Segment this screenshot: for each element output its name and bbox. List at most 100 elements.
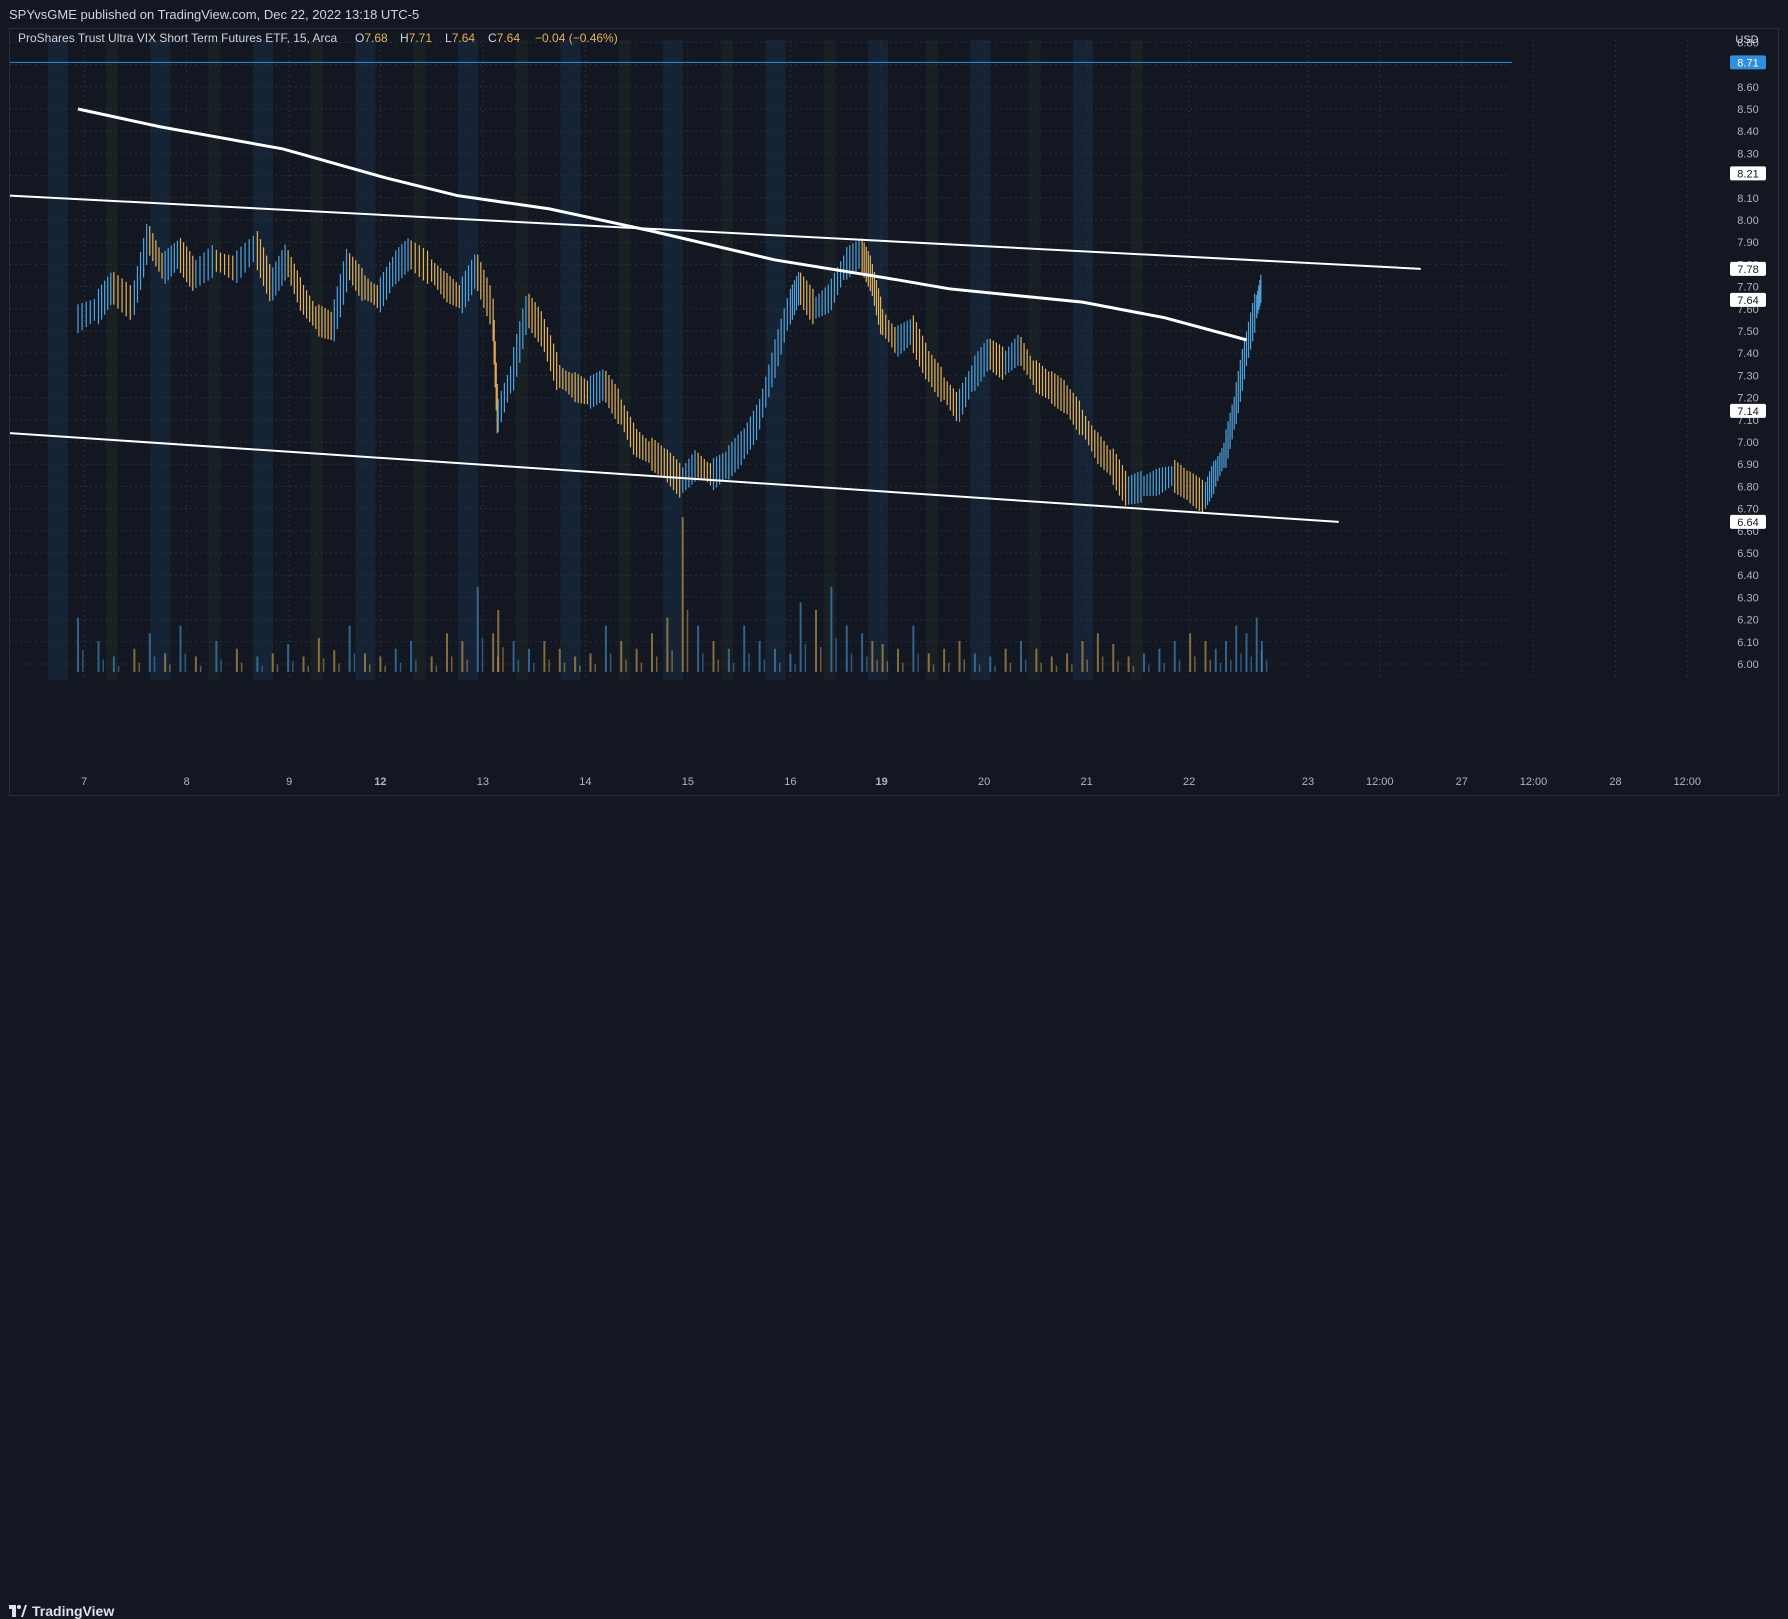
price-tick-label: 7.50	[1737, 326, 1758, 338]
volume-bar	[830, 586, 833, 672]
volume-bar	[1225, 641, 1227, 672]
time-tick-label: 14	[579, 776, 591, 788]
volume-bar	[82, 650, 84, 672]
premarket-band	[618, 40, 631, 680]
price-tick-label: 6.90	[1737, 459, 1758, 471]
volume-bar	[112, 656, 115, 672]
volume-bar	[1250, 656, 1252, 672]
volume-bar	[702, 653, 704, 672]
volume-bar	[989, 656, 992, 672]
volume-bar	[410, 641, 413, 672]
volume-bar	[758, 641, 761, 672]
volume-bar	[164, 653, 167, 672]
volume-bar	[625, 659, 627, 672]
price-label-6.64: 6.64	[1737, 517, 1758, 529]
volume-bar	[184, 653, 186, 672]
volume-bar	[338, 663, 340, 672]
volume-bar	[1117, 660, 1119, 672]
price-tick-label: 8.50	[1737, 104, 1758, 116]
volume-bar	[686, 610, 689, 672]
tradingview-logo[interactable]: TradingView	[9, 1603, 114, 1619]
time-tick-label: 16	[784, 776, 796, 788]
volume-bar	[1066, 653, 1069, 672]
session-band	[253, 40, 273, 680]
volume-bar	[717, 659, 719, 672]
currency-label: USD	[1735, 34, 1758, 46]
volume-bar	[917, 653, 919, 672]
volume-bar	[681, 517, 684, 672]
price-tick-label: 7.90	[1737, 237, 1758, 249]
volume-bar	[666, 617, 669, 672]
volume-bar	[651, 633, 653, 672]
volume-bar	[1209, 659, 1211, 672]
volume-bar	[1158, 648, 1161, 672]
time-tick-label: 12	[374, 776, 386, 788]
volume-bar	[1240, 653, 1242, 672]
session-band	[1073, 40, 1093, 680]
volume-bar	[1178, 659, 1181, 672]
volume-bar	[774, 648, 776, 672]
volume-bar	[256, 656, 259, 672]
price-tick-label: 6.20	[1737, 615, 1758, 627]
session-band	[663, 40, 683, 680]
price-tick-label: 8.10	[1737, 193, 1758, 205]
volume-bar	[1235, 625, 1238, 672]
time-tick-label: 12:00	[1520, 776, 1548, 788]
volume-bar	[528, 648, 530, 672]
time-tick-label: 20	[978, 776, 990, 788]
volume-bar	[512, 641, 515, 672]
volume-bar	[594, 664, 596, 672]
volume-bar	[1035, 648, 1038, 672]
volume-bar	[794, 664, 796, 672]
price-tick-label: 6.30	[1737, 592, 1758, 604]
volume-bar	[235, 648, 238, 672]
price-tick-label: 7.00	[1737, 437, 1758, 449]
volume-bar	[902, 662, 904, 672]
price-tick-label: 6.70	[1737, 504, 1758, 516]
volume-bar	[743, 625, 746, 672]
volume-bar	[943, 648, 946, 672]
volume-bar	[579, 665, 581, 672]
volume-bar	[517, 659, 520, 672]
volume-bar	[1025, 659, 1027, 672]
volume-bar	[287, 644, 290, 672]
volume-bar	[399, 662, 402, 672]
volume-bar	[563, 662, 566, 672]
premarket-band	[106, 40, 118, 680]
volume-bar	[978, 664, 981, 672]
volume-bar	[1265, 659, 1268, 672]
price-label-7.64: 7.64	[1737, 295, 1758, 307]
volume-bar	[1040, 662, 1042, 672]
session-band	[48, 40, 68, 680]
volume-bar	[799, 602, 802, 672]
price-tick-label: 6.50	[1737, 548, 1758, 560]
high-value: 7.71	[409, 31, 433, 45]
volume-bar	[502, 647, 504, 672]
volume-bar	[789, 653, 792, 672]
volume-bar	[307, 665, 309, 672]
volume-bar	[656, 656, 658, 672]
volume-bar	[804, 644, 807, 672]
volume-bar	[886, 660, 889, 672]
volume-bar	[117, 665, 120, 672]
volume-bar	[973, 653, 976, 672]
volume-bar	[1143, 653, 1145, 672]
volume-bar	[148, 633, 151, 672]
price-chart[interactable]: 8.808.608.508.408.308.108.007.907.807.70…	[0, 0, 1788, 831]
price-tick-label: 7.20	[1737, 393, 1758, 405]
volume-bar	[153, 656, 156, 672]
volume-bar	[240, 662, 243, 672]
volume-bar	[276, 664, 279, 672]
time-tick-label: 27	[1456, 776, 1468, 788]
volume-bar	[866, 656, 868, 672]
volume-bar	[533, 662, 535, 672]
open-label: O7.68	[355, 31, 388, 45]
volume-bar	[220, 659, 222, 672]
volume-bar	[604, 625, 607, 672]
price-tick-label: 7.30	[1737, 370, 1758, 382]
volume-bar	[1112, 644, 1115, 672]
volume-bar	[1081, 641, 1084, 672]
low-value: 7.64	[452, 31, 476, 45]
footer: TradingView	[0, 796, 1788, 1619]
session-band	[458, 40, 478, 680]
